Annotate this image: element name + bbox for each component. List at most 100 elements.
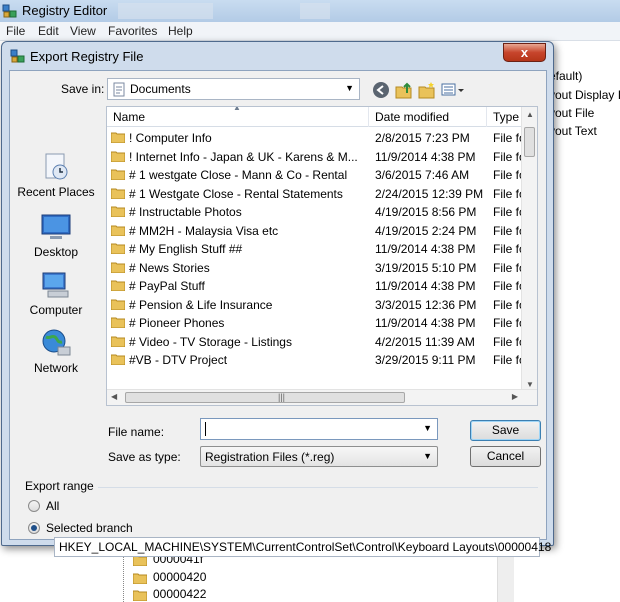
- horizontal-scrollbar[interactable]: ◀ ||| ▶: [107, 389, 537, 405]
- chevron-down-icon[interactable]: ▼: [423, 423, 432, 433]
- up-folder-icon[interactable]: [395, 81, 413, 99]
- scroll-thumb[interactable]: |||: [125, 392, 405, 403]
- file-name: # My English Stuff ##: [129, 242, 243, 256]
- file-row[interactable]: ! Internet Info - Japan & UK - Karens & …: [107, 148, 523, 166]
- file-name: # Pension & Life Insurance: [129, 297, 273, 312]
- menu-favorites[interactable]: Favorites: [108, 24, 157, 38]
- file-row[interactable]: # PayPal Stuff 11/9/2014 4:38 PM File fol: [107, 277, 523, 295]
- place-label: Computer: [29, 303, 83, 317]
- file-type: File fol: [493, 131, 523, 145]
- file-date: 11/9/2014 4:38 PM: [375, 279, 476, 293]
- column-header-date[interactable]: Date modified: [369, 107, 487, 127]
- folder-icon: [111, 280, 125, 291]
- folder-icon: [111, 151, 125, 162]
- file-row[interactable]: # Pension & Life Insurance 3/3/2015 12:36…: [107, 296, 523, 314]
- new-folder-icon[interactable]: [418, 81, 436, 99]
- scroll-right-icon[interactable]: ▶: [512, 392, 518, 401]
- file-row[interactable]: ! Computer Info 2/8/2015 7:23 PM File fol: [107, 129, 523, 147]
- file-date: 3/6/2015 7:46 AM: [375, 168, 470, 182]
- folder-icon: [111, 188, 125, 199]
- file-row[interactable]: # 1 westgate Close - Mann & Co - Rental 3…: [107, 166, 523, 184]
- place-recent-places[interactable]: Recent Places: [10, 151, 102, 199]
- back-icon[interactable]: [372, 81, 390, 99]
- save-button[interactable]: Save: [470, 420, 541, 441]
- radio-selected-branch[interactable]: [28, 522, 40, 534]
- value-item[interactable]: yout Text: [549, 124, 597, 138]
- file-type: File fol: [493, 168, 523, 182]
- file-name: # News Stories: [129, 260, 210, 275]
- export-registry-dialog: Export Registry File x Save in: Document…: [1, 41, 554, 557]
- file-row[interactable]: # Video - TV Storage - Listings 4/2/2015 …: [107, 333, 523, 351]
- file-date: 4/2/2015 11:39 AM: [375, 334, 475, 349]
- value-item[interactable]: yout Display I: [549, 88, 620, 102]
- file-row[interactable]: # MM2H - Malaysia Visa etc 4/19/2015 2:24…: [107, 222, 523, 240]
- scroll-up-icon[interactable]: ▲: [526, 110, 534, 119]
- place-computer[interactable]: Computer: [10, 269, 102, 317]
- folder-icon: [111, 299, 125, 310]
- folder-icon: [111, 262, 125, 273]
- place-desktop[interactable]: Desktop: [10, 211, 102, 259]
- file-date: 3/29/2015 9:11 PM: [375, 353, 476, 367]
- file-name: ! Computer Info: [129, 131, 212, 145]
- selected-branch-field[interactable]: HKEY_LOCAL_MACHINE\SYSTEM\CurrentControl…: [54, 537, 551, 557]
- save-as-type-dropdown[interactable]: Registration Files (*.reg) ▼: [200, 446, 438, 467]
- file-type: File fol: [493, 149, 523, 164]
- value-item[interactable]: efault): [549, 69, 582, 83]
- radio-selected-branch-label[interactable]: Selected branch: [46, 521, 133, 535]
- dialog-title: Export Registry File: [30, 49, 144, 64]
- registry-editor-titlebar: Registry Editor: [0, 0, 620, 22]
- close-button[interactable]: x: [503, 43, 546, 62]
- place-label: Network: [33, 361, 78, 375]
- place-network[interactable]: Network: [10, 327, 102, 375]
- radio-all[interactable]: [28, 500, 40, 512]
- column-label: Name: [113, 110, 146, 124]
- scroll-down-icon[interactable]: ▼: [526, 380, 534, 389]
- value-item[interactable]: yout File: [549, 106, 594, 120]
- file-name: ! Internet Info - Japan & UK - Karens & …: [129, 149, 358, 164]
- export-range-group: Export range All Selected branch HKEY_LO…: [18, 479, 551, 557]
- file-type: File fol: [493, 223, 523, 238]
- menu-help[interactable]: Help: [168, 24, 193, 38]
- file-list[interactable]: Name ▲ Date modified Type ! Computer Inf…: [106, 106, 538, 406]
- file-row[interactable]: # My English Stuff ## 11/9/2014 4:38 PM Fi…: [107, 240, 523, 258]
- dialog-body: Save in: Documents ▼ Recent Places Deskt…: [9, 70, 551, 557]
- group-divider: [98, 487, 538, 488]
- scroll-thumb[interactable]: [524, 127, 535, 157]
- scroll-left-icon[interactable]: ◀: [111, 392, 117, 401]
- menu-file[interactable]: File: [6, 24, 25, 38]
- vertical-scrollbar[interactable]: ▲ ▼: [521, 107, 537, 391]
- file-row[interactable]: #VB - DTV Project 3/29/2015 9:11 PM File f…: [107, 351, 523, 369]
- file-row[interactable]: # Instructable Photos 4/19/2015 8:56 PM Fi…: [107, 203, 523, 221]
- file-date: 2/8/2015 7:23 PM: [375, 131, 470, 145]
- radio-all-label[interactable]: All: [46, 499, 59, 513]
- save-as-type-label: Save as type:: [108, 450, 181, 464]
- file-name: #VB - DTV Project: [129, 353, 228, 367]
- blurred-area: [300, 3, 330, 19]
- menu-edit[interactable]: Edit: [38, 24, 59, 38]
- menu-view[interactable]: View: [70, 24, 96, 38]
- place-label: Recent Places: [17, 185, 95, 199]
- column-header-type[interactable]: Type: [487, 107, 523, 127]
- file-name-input[interactable]: ▼: [200, 418, 438, 440]
- documents-icon: [113, 82, 125, 97]
- computer-icon: [42, 272, 69, 298]
- save-in-dropdown[interactable]: Documents ▼: [107, 78, 360, 100]
- close-icon: x: [520, 45, 529, 60]
- file-row[interactable]: # News Stories 3/19/2015 5:10 PM File fol: [107, 259, 523, 277]
- file-type: File fol: [493, 242, 523, 256]
- file-row[interactable]: # Pioneer Phones 11/9/2014 4:38 PM File fo…: [107, 314, 523, 332]
- cancel-button[interactable]: Cancel: [470, 446, 541, 467]
- file-name: # MM2H - Malaysia Visa etc: [129, 223, 279, 238]
- file-name: # Video - TV Storage - Listings: [129, 334, 292, 349]
- folder-icon: [111, 225, 125, 236]
- registry-editor-menubar: File Edit View Favorites Help: [0, 22, 620, 41]
- file-type: File fol: [493, 297, 523, 312]
- tree-item[interactable]: 00000420: [133, 570, 206, 584]
- folder-icon: [111, 206, 125, 217]
- tree-item-label: 00000422: [153, 587, 207, 601]
- view-menu-icon[interactable]: [441, 81, 465, 99]
- export-range-title: Export range: [25, 479, 94, 493]
- folder-icon: [111, 169, 125, 180]
- tree-item[interactable]: 00000422: [133, 587, 206, 601]
- file-row[interactable]: # 1 Westgate Close - Rental Statements 2/…: [107, 185, 523, 203]
